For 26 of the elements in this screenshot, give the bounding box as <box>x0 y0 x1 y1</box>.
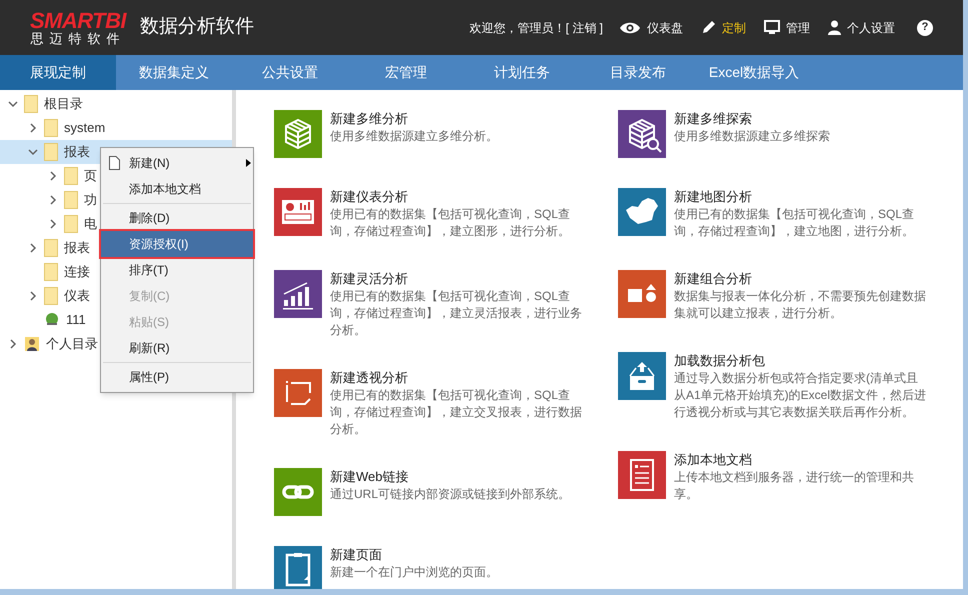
tree-label: 根目录 <box>44 95 83 114</box>
tree-label: 功 <box>84 191 97 210</box>
tree-label: 报表 <box>64 143 90 162</box>
app-title: 数据分析软件 <box>140 15 254 40</box>
card-description: 使用已有的数据集【包括可视化查询，SQL查询，存储过程查询】，建立灵活报表，进行业务分析。 <box>330 288 583 339</box>
tree-label: 连接 <box>64 263 90 282</box>
tree-label: system <box>64 119 106 138</box>
card-description: 上传本地文档到服务器，进行统一的管理和共享。 <box>674 469 915 503</box>
tree-label: 仪表 <box>64 287 90 306</box>
card-description: 使用已有的数据集【包括可视化查询，SQL查询，存储过程查询】，建立地图，进行分析。 <box>674 206 916 240</box>
tree-label: 页 <box>84 167 97 186</box>
card-description: 新建一个在门户中浏览的页面。 <box>330 564 499 581</box>
tree-label: 111 <box>66 311 86 330</box>
welcome-text: 欢迎您，管理员！[ 注销 ] <box>470 20 603 36</box>
tree-label: 个人目录 <box>46 335 98 354</box>
tree-label: 报表 <box>64 239 90 258</box>
tree-label: 电 <box>84 215 97 234</box>
logo: SMARTBI <box>30 10 126 32</box>
card-description: 数据集与报表一体化分析，不需要预先创建数据集就可以建立报表，进行分析。 <box>674 288 927 322</box>
card-description: 使用多维数据源建立多维分析。 <box>330 128 499 145</box>
card-description: 使用多维数据源建立多维探索 <box>674 128 831 145</box>
card-description: 使用已有的数据集【包括可视化查询，SQL查询，存储过程查询】，建立图形，进行分析。 <box>330 206 572 240</box>
card-description: 使用已有的数据集【包括可视化查询，SQL查询，存储过程查询】，建立交叉报表，进行数据分析。 <box>330 387 583 438</box>
card-description: 通过URL可链接内部资源或链接到外部系统。 <box>330 486 572 503</box>
card-description: 通过导入数据分析包或符合指定要求(清单式且从A1单元格开始填充)的Excel数据文件，然后进行透视分析或与其它表数据关联后再作分析。 <box>674 370 928 421</box>
logo-subtitle: 思迈特软件 <box>30 32 126 45</box>
